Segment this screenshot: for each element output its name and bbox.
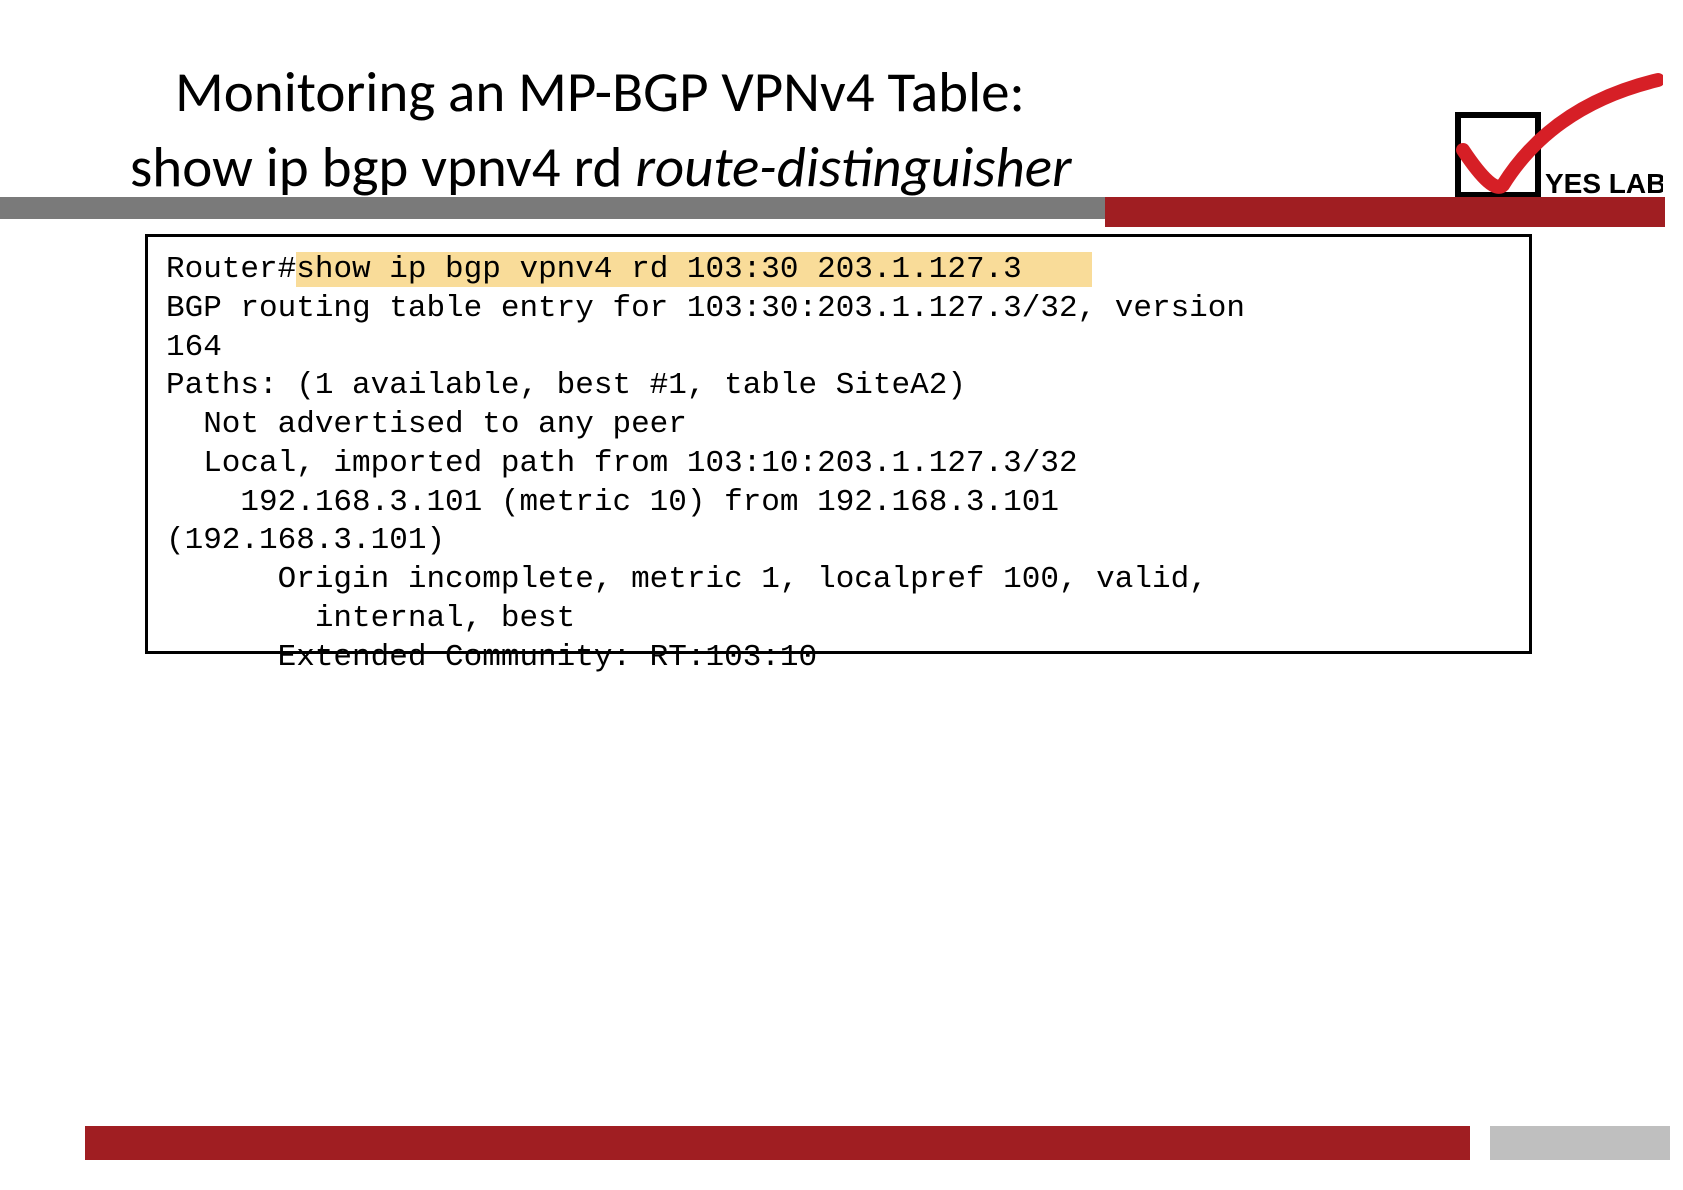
command-line: Router#show ip bgp vpnv4 rd 103:30 203.1… [166,251,1511,290]
command-output: BGP routing table entry for 103:30:203.1… [166,290,1511,678]
title-line-2-prefix: show ip bgp vpnv4 rd [130,133,635,202]
title-line-1: Monitoring an MP-BGP VPNv4 Table: [175,58,1433,127]
header-red-bar [1105,197,1665,227]
prompt: Router# [166,252,296,287]
footer-gray-bar [1490,1126,1670,1160]
command-highlighted: show ip bgp vpnv4 rd 103:30 203.1.127.3 [296,252,1092,287]
header-gray-bar [0,197,1105,219]
footer-red-bar [85,1126,1470,1160]
logo-text: YES LAB [1545,168,1663,199]
title-line-2-italic: route-distinguisher [635,133,1071,202]
code-output-box: Router#show ip bgp vpnv4 rd 103:30 203.1… [145,234,1532,654]
title-line-2: show ip bgp vpnv4 rd route-distinguisher [130,133,1433,202]
